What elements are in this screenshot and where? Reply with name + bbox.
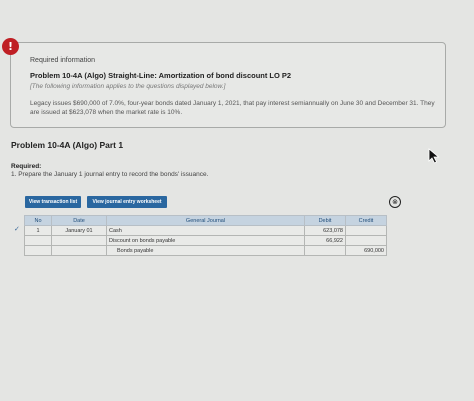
mouse-cursor-icon bbox=[428, 148, 440, 164]
check-icon: ✓ bbox=[14, 225, 20, 233]
row-account: Discount on bonds payable bbox=[106, 235, 305, 246]
row-account: Cash bbox=[106, 225, 305, 236]
header-no: No bbox=[24, 215, 52, 226]
row-date bbox=[51, 245, 107, 256]
row-date bbox=[51, 235, 107, 246]
close-icon[interactable]: ⊗ bbox=[389, 196, 401, 208]
view-journal-entry-worksheet-button[interactable]: View journal entry worksheet bbox=[87, 196, 167, 208]
header-credit: Credit bbox=[345, 215, 387, 226]
requirement-text: 1. Prepare the January 1 journal entry t… bbox=[11, 171, 209, 178]
row-no: 1 bbox=[24, 225, 52, 236]
required-information-heading: Required information bbox=[30, 57, 95, 64]
row-debit: 623,078 bbox=[304, 225, 346, 236]
table-row: Discount on bonds payable 66,922 bbox=[24, 235, 387, 246]
required-label: Required: bbox=[11, 163, 42, 170]
row-credit bbox=[345, 225, 387, 236]
part-title: Problem 10-4A (Algo) Part 1 bbox=[11, 140, 124, 150]
header-debit: Debit bbox=[304, 215, 346, 226]
row-date: January 01 bbox=[51, 225, 107, 236]
problem-note: [The following information applies to th… bbox=[30, 83, 226, 90]
table-row: Bonds payable 690,000 bbox=[24, 245, 387, 256]
row-credit bbox=[345, 235, 387, 246]
row-no bbox=[24, 235, 52, 246]
row-credit: 690,000 bbox=[345, 245, 387, 256]
header-date: Date bbox=[51, 215, 107, 226]
row-no bbox=[24, 245, 52, 256]
problem-title: Problem 10-4A (Algo) Straight-Line: Amor… bbox=[30, 71, 292, 80]
row-debit: 66,922 bbox=[304, 235, 346, 246]
row-account: Bonds payable bbox=[106, 245, 305, 256]
journal-table: No Date General Journal Debit Credit 1 J… bbox=[24, 215, 387, 256]
view-transaction-list-button[interactable]: View transaction list bbox=[25, 196, 81, 208]
journal-header-row: No Date General Journal Debit Credit bbox=[24, 215, 387, 226]
header-general-journal: General Journal bbox=[106, 215, 305, 226]
row-debit bbox=[304, 245, 346, 256]
problem-body: Legacy issues $690,000 of 7.0%, four-yea… bbox=[30, 100, 435, 116]
table-row: 1 January 01 Cash 623,078 bbox=[24, 225, 387, 236]
alert-icon: ! bbox=[2, 38, 19, 55]
